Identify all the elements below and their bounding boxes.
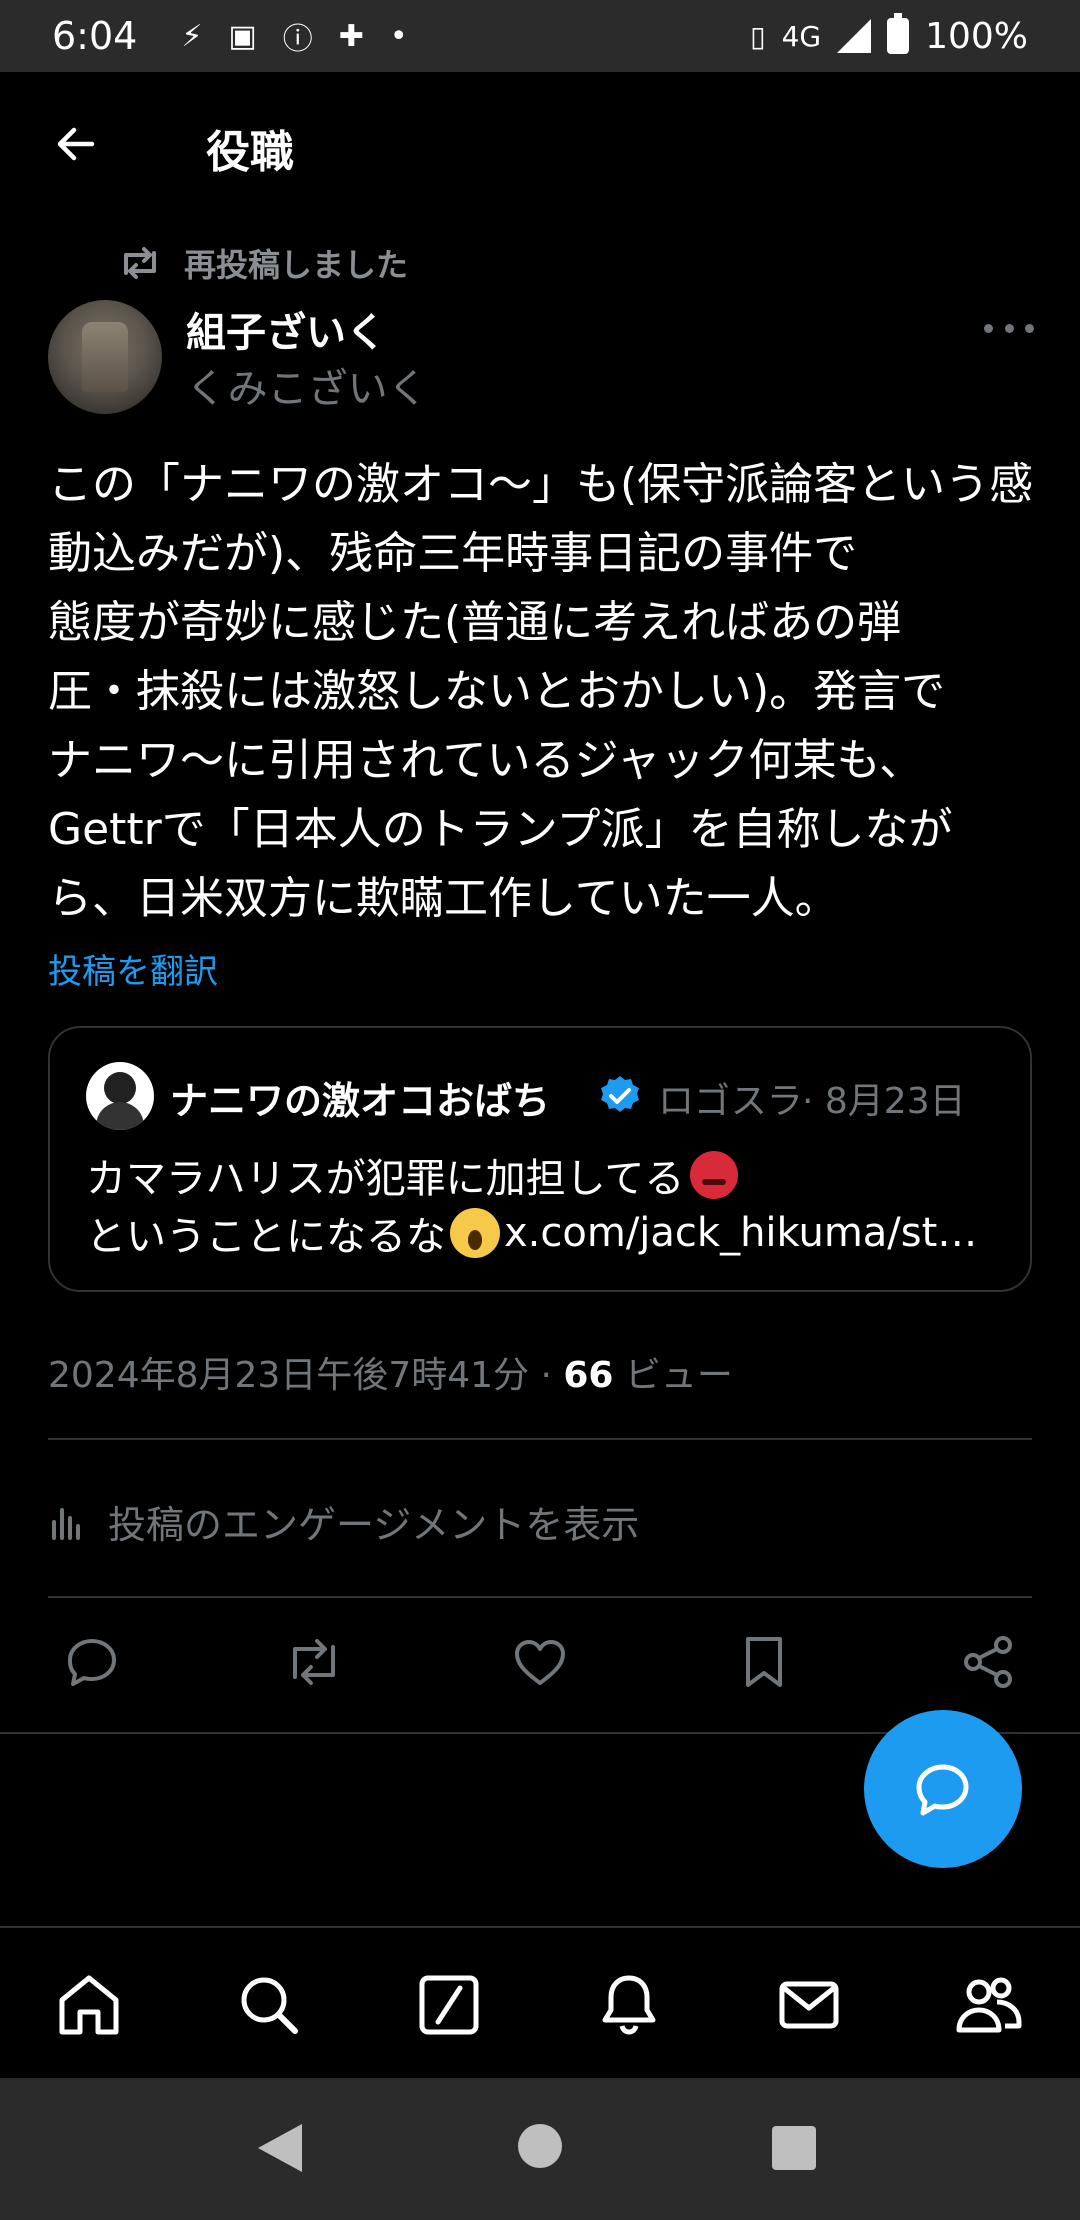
nav-communities[interactable] xyxy=(952,1968,1026,2042)
share-icon xyxy=(964,1636,1012,1688)
screaming-face-icon xyxy=(450,1208,500,1258)
post-metadata: 2024年8月23日午後7時41分 · 66 ビュー xyxy=(48,1346,733,1398)
network-type: 4G xyxy=(781,19,822,53)
system-navigation-bar xyxy=(0,2078,1080,2220)
usb-icon: ⚡ xyxy=(181,18,203,54)
nav-grok[interactable] xyxy=(412,1968,486,2042)
system-back-icon[interactable] xyxy=(258,2124,302,2172)
analytics-icon xyxy=(52,1507,80,1540)
battery-icon xyxy=(887,13,910,54)
info-icon: ⓘ xyxy=(282,22,313,57)
repost-label: 再投稿しました xyxy=(184,246,409,284)
more-dot-icon xyxy=(1004,323,1014,333)
nav-notifications[interactable] xyxy=(592,1968,666,2042)
nav-messages[interactable] xyxy=(772,1968,846,2042)
avatar-image xyxy=(82,322,128,392)
repost-indicator: 再投稿しました xyxy=(118,240,408,286)
home-icon xyxy=(59,1975,119,2035)
views-label: ビュー xyxy=(613,1355,733,1396)
sd-card-icon: ▣ xyxy=(228,18,257,54)
grok-icon xyxy=(419,1975,479,2035)
status-notification-icons: ⚡ ▣ ⓘ ✚ • xyxy=(181,14,407,58)
quoted-author-avatar xyxy=(86,1062,154,1130)
mail-icon xyxy=(779,1981,839,2029)
author-handle[interactable]: くみこざいく xyxy=(186,356,428,414)
quoted-text: カマラハリスが犯罪に加担してる xyxy=(86,1156,685,1202)
quoted-post-date: · 8月23日 xyxy=(802,1081,966,1122)
quoted-text-line-1: カマラハリスが犯罪に加担してる xyxy=(86,1146,739,1204)
post-action-bar xyxy=(0,1630,1080,1700)
share-button[interactable] xyxy=(956,1630,1020,1694)
author-name[interactable]: 組子ざいく xyxy=(186,300,386,358)
nav-home[interactable] xyxy=(52,1968,126,2042)
post-timestamp: 2024年8月23日午後7時41分 · xyxy=(48,1355,564,1396)
divider xyxy=(48,1438,1032,1440)
bookmark-icon xyxy=(746,1637,782,1687)
repost-icon xyxy=(293,1639,335,1685)
author-avatar[interactable] xyxy=(48,300,162,414)
repost-icon xyxy=(124,247,156,279)
heart-icon xyxy=(515,1640,565,1685)
dot-icon: • xyxy=(389,18,408,54)
signal-icon xyxy=(837,19,872,53)
nav-search[interactable] xyxy=(232,1968,306,2042)
bookmark-button[interactable] xyxy=(732,1630,796,1694)
compose-reply-icon xyxy=(916,1764,969,1816)
divider xyxy=(48,1596,1032,1598)
views-count: 66 xyxy=(563,1355,614,1396)
status-time: 6:04 xyxy=(52,14,138,58)
battery-percent: 100% xyxy=(925,15,1028,57)
reply-button[interactable] xyxy=(60,1630,124,1694)
quoted-text-2: ということになるな xyxy=(86,1214,446,1260)
bottom-navigation xyxy=(0,1926,1080,2078)
more-dot-icon xyxy=(984,323,993,333)
post-text: この「ナニワの激オコ〜」も(保守派論客という感動込みだが)、残命三年時事日記の事… xyxy=(48,459,1034,924)
quoted-author-handle: ロゴスラ xyxy=(658,1081,803,1122)
chat-bubble-icon: ✚ xyxy=(338,18,364,54)
more-dot-icon xyxy=(1025,323,1034,333)
page-title: 役職 xyxy=(206,127,294,178)
system-recents-icon[interactable] xyxy=(772,2126,816,2170)
app-header: 役職 xyxy=(0,72,1080,222)
like-button[interactable] xyxy=(508,1630,572,1694)
view-engagement-button[interactable]: 投稿のエンゲージメントを表示 xyxy=(48,1494,639,1549)
translate-link[interactable]: 投稿を翻訳 xyxy=(48,944,218,993)
quoted-link[interactable]: x.com/jack_hikuma/st… xyxy=(504,1210,977,1256)
reply-icon xyxy=(68,1639,116,1686)
communities-icon xyxy=(956,1977,1022,2033)
more-options-button[interactable] xyxy=(984,310,1034,346)
system-home-icon[interactable] xyxy=(518,2124,562,2168)
status-bar: 6:04 ⚡ ▣ ⓘ ✚ • ▯ 4G 100% xyxy=(0,0,1080,72)
engagement-label: 投稿のエンゲージメントを表示 xyxy=(108,1503,640,1547)
verified-badge-icon xyxy=(601,1076,639,1112)
quoted-text-line-2: ということになるな x.com/jack_hikuma/st… xyxy=(86,1204,1006,1262)
vibrate-icon: ▯ xyxy=(750,19,766,53)
compose-reply-fab[interactable] xyxy=(864,1710,1022,1868)
arrow-left-icon xyxy=(57,127,95,161)
repost-button[interactable] xyxy=(282,1630,346,1694)
back-button[interactable] xyxy=(52,120,100,168)
quoted-post-card[interactable]: ナニワの激オコおばち ロゴスラ · 8月23日 カマラハリスが犯罪に加担してる … xyxy=(48,1026,1032,1292)
search-icon xyxy=(241,1977,298,2034)
angry-face-icon xyxy=(690,1151,739,1199)
bell-icon xyxy=(602,1975,656,2035)
quoted-author-name: ナニワの激オコおばち xyxy=(170,1079,551,1123)
